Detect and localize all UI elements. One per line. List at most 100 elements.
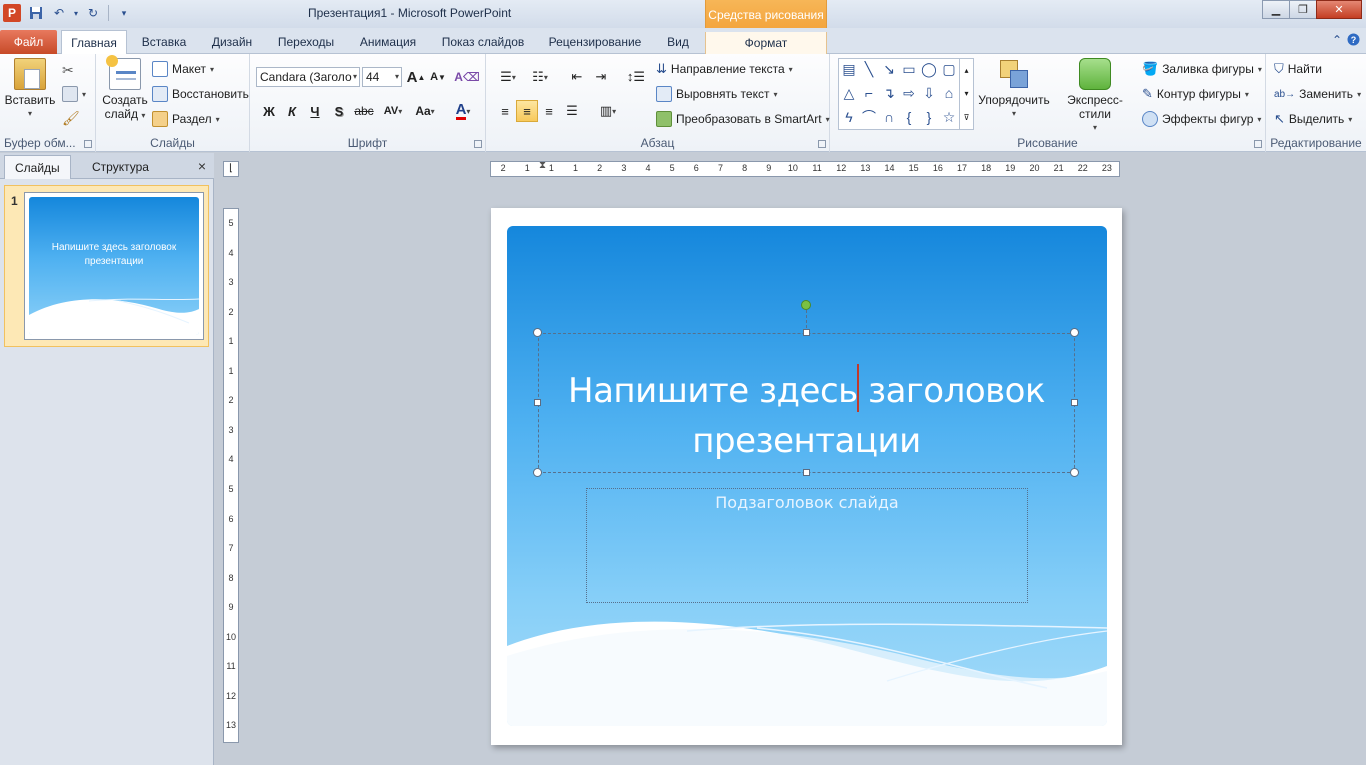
arc-shape-icon[interactable]: ∩ <box>879 107 899 127</box>
indent-marker-icon[interactable]: ⧗ <box>539 160 546 171</box>
undo-dropdown-icon[interactable]: ▾ <box>72 4 80 22</box>
copy-button[interactable]: ▾ <box>62 84 86 104</box>
align-left-button[interactable]: ≡ <box>494 100 516 122</box>
tab-design[interactable]: Дизайн <box>204 30 260 54</box>
vertical-ruler[interactable]: 5 4 3 2 1 1 2 3 4 5 6 7 8 9 10 11 12 13 <box>223 208 239 743</box>
arrow-line-shape-icon[interactable]: ↘ <box>879 59 899 79</box>
line-spacing-button[interactable]: ↕☰ <box>622 66 650 88</box>
line-shape-icon[interactable]: ╲ <box>859 59 879 79</box>
font-name-combo[interactable]: Candara (Заголо ▾ <box>256 67 360 87</box>
paste-button[interactable]: Вставить ▾ <box>4 58 56 121</box>
subtitle-text[interactable]: Подзаголовок слайда <box>587 493 1027 512</box>
paragraph-launcher-icon[interactable] <box>818 140 826 148</box>
cut-button[interactable]: ✂ <box>62 60 74 80</box>
undo-icon[interactable]: ↶ <box>49 4 69 22</box>
tab-selector-icon[interactable]: ⌊ <box>223 161 239 177</box>
shape-outline-button[interactable]: ✎ Контур фигуры ▾ <box>1142 84 1249 104</box>
shape-fill-button[interactable]: 🪣 Заливка фигуры ▾ <box>1142 59 1262 79</box>
triangle-shape-icon[interactable]: △ <box>839 83 859 103</box>
resize-handle-top-right[interactable] <box>1070 328 1079 337</box>
minimize-ribbon-icon[interactable]: ⌃ <box>1332 33 1342 47</box>
elbow-arrow-shape-icon[interactable]: ↴ <box>879 83 899 103</box>
lightning-shape-icon[interactable]: ϟ <box>839 107 859 127</box>
resize-handle-bottom[interactable] <box>803 469 810 476</box>
shadow-button[interactable]: S <box>328 100 350 122</box>
horizontal-ruler[interactable]: 2 1 1 1 2 3 4 5 6 7 8 9 10 11 12 13 14 15 16 17 18 19 20 21 22 23… <box>490 160 1120 177</box>
restore-button[interactable]: ❐ <box>1289 0 1317 19</box>
resize-handle-top-left[interactable] <box>533 328 542 337</box>
italic-button[interactable]: К <box>281 100 303 122</box>
character-spacing-button[interactable]: AV ▾ <box>378 100 408 122</box>
tab-file[interactable]: Файл <box>0 30 57 54</box>
replace-button[interactable]: ab→ Заменить ▾ <box>1274 84 1361 104</box>
shape-effects-button[interactable]: Эффекты фигур ▾ <box>1142 109 1261 129</box>
oval-shape-icon[interactable]: ◯ <box>919 59 939 79</box>
quick-styles-button[interactable]: Экспресс-стили ▾ <box>1052 58 1138 135</box>
close-pane-icon[interactable]: × <box>198 158 206 174</box>
new-slide-dropdown-icon[interactable]: ▾ <box>141 111 145 120</box>
slide-canvas[interactable]: Напишите здесь заголовок презентации Под… <box>491 208 1122 745</box>
paste-dropdown-icon[interactable]: ▾ <box>4 107 56 121</box>
tab-insert[interactable]: Вставка <box>134 30 194 54</box>
redo-icon[interactable]: ↻ <box>83 4 103 22</box>
textbox-shape-icon[interactable]: ▤ <box>839 59 859 79</box>
star-shape-icon[interactable]: ☆ <box>939 107 959 127</box>
rounded-rect-shape-icon[interactable]: ▢ <box>939 59 959 79</box>
freeform-shape-icon[interactable]: ⌂ <box>939 83 959 103</box>
change-case-button[interactable]: Aa ▾ <box>410 100 440 122</box>
resize-handle-bottom-left[interactable] <box>533 468 542 477</box>
slide-thumbnail[interactable]: Напишите здесь заголовок презентации <box>24 192 204 340</box>
copy-dropdown-icon[interactable]: ▾ <box>82 90 86 99</box>
tab-review[interactable]: Рецензирование <box>542 30 648 54</box>
tab-outline-pane[interactable]: Структура <box>82 155 159 179</box>
subtitle-placeholder[interactable]: Подзаголовок слайда <box>586 488 1028 603</box>
resize-handle-bottom-right[interactable] <box>1070 468 1079 477</box>
numbering-button[interactable]: ☷ ▾ <box>526 66 554 88</box>
right-arrow-shape-icon[interactable]: ⇨ <box>899 83 919 103</box>
powerpoint-logo-icon[interactable]: P <box>3 4 21 22</box>
tab-slideshow[interactable]: Показ слайдов <box>434 30 532 54</box>
find-button[interactable]: ⛉ Найти <box>1274 59 1322 79</box>
title-text[interactable]: Напишите здесь заголовок презентации <box>539 364 1074 466</box>
resize-handle-left[interactable] <box>534 399 541 406</box>
align-center-button[interactable]: ≡ <box>516 100 538 122</box>
slide-thumbnail-entry[interactable]: 1 Напишите здесь заголовок презентации <box>4 185 209 347</box>
close-button[interactable]: ✕ <box>1316 0 1362 19</box>
font-name-dropdown-icon[interactable]: ▾ <box>353 68 357 86</box>
left-brace-shape-icon[interactable]: { <box>899 107 919 127</box>
justify-button[interactable]: ☰ <box>561 100 583 122</box>
rotation-handle[interactable] <box>801 300 811 310</box>
gallery-down-icon[interactable]: ▾ <box>964 89 968 98</box>
strikethrough-button[interactable]: abc <box>350 100 378 122</box>
minimize-button[interactable]: ▁ <box>1262 0 1290 19</box>
resize-handle-right[interactable] <box>1071 399 1078 406</box>
drawing-launcher-icon[interactable] <box>1254 140 1262 148</box>
decrease-indent-button[interactable]: ⇤ <box>566 66 588 88</box>
down-arrow-shape-icon[interactable]: ⇩ <box>919 83 939 103</box>
title-placeholder[interactable]: Напишите здесь заголовок презентации <box>538 333 1075 473</box>
tab-animation[interactable]: Анимация <box>352 30 424 54</box>
gallery-scroll[interactable]: ▴ ▾ ⊽ <box>959 59 973 129</box>
clear-formatting-button[interactable]: A⌫ <box>454 66 480 88</box>
grow-font-button[interactable]: A ▲ <box>405 66 427 88</box>
customize-qat-icon[interactable]: ▾ <box>114 4 134 22</box>
font-color-button[interactable]: A ▾ <box>448 100 478 122</box>
shrink-font-button[interactable]: A ▼ <box>427 66 449 88</box>
font-launcher-icon[interactable] <box>474 140 482 148</box>
tab-slides-pane[interactable]: Слайды <box>4 155 71 179</box>
align-right-button[interactable]: ≡ <box>538 100 560 122</box>
underline-button[interactable]: Ч <box>304 100 326 122</box>
elbow-connector-shape-icon[interactable]: ⌐ <box>859 83 879 103</box>
tab-format[interactable]: Формат <box>705 32 827 54</box>
gallery-more-icon[interactable]: ⊽ <box>964 113 970 122</box>
increase-indent-button[interactable]: ⇥ <box>590 66 612 88</box>
resize-handle-top[interactable] <box>803 329 810 336</box>
tab-transitions[interactable]: Переходы <box>270 30 342 54</box>
bold-button[interactable]: Ж <box>258 100 280 122</box>
help-icon[interactable]: ? <box>1347 33 1360 49</box>
save-icon[interactable] <box>26 4 46 22</box>
curve-shape-icon[interactable]: ⌒ <box>859 107 879 127</box>
tab-home[interactable]: Главная <box>61 30 127 55</box>
section-button[interactable]: Раздел ▾ <box>152 109 220 129</box>
tab-view[interactable]: Вид <box>658 30 698 54</box>
